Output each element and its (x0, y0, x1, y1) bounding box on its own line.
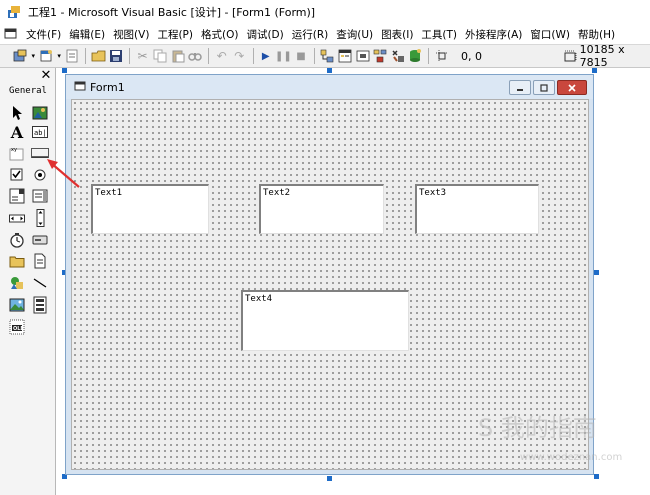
timer-tool-icon[interactable] (8, 231, 26, 249)
form-icon (74, 80, 86, 95)
svg-text:xy: xy (11, 147, 17, 153)
toolbar-separator (208, 48, 210, 64)
toolbar-separator (85, 48, 87, 64)
resize-handle[interactable] (594, 474, 599, 479)
menu-diagram[interactable]: 图表(I) (377, 27, 417, 42)
form-title: Form1 (90, 80, 125, 94)
hscrollbar-tool-icon[interactable] (8, 209, 26, 227)
data-view-icon[interactable] (407, 47, 424, 65)
textbox-text3[interactable]: Text3 (415, 184, 539, 234)
textbox-tool-icon[interactable]: ab| (31, 123, 49, 141)
textbox-text4[interactable]: Text4 (241, 290, 409, 351)
watermark-url: www.wodeznan.com (520, 452, 623, 463)
menu-debug[interactable]: 调试(D) (242, 27, 287, 42)
menu-run[interactable]: 运行(R) (288, 27, 333, 42)
toolbox-panel: ✕ General A ab| xy OLE (0, 68, 56, 495)
menu-edit[interactable]: 编辑(E) (65, 27, 109, 42)
position-readout: 0, 0 (460, 49, 482, 63)
menu-view[interactable]: 视图(V) (109, 27, 153, 42)
form-title-bar[interactable]: Form1 (66, 75, 593, 99)
save-project-icon[interactable] (108, 47, 125, 65)
start-icon[interactable]: ▶ (257, 47, 274, 65)
watermark-logo: S 我的指南 (478, 414, 597, 442)
minimize-button[interactable] (509, 80, 531, 95)
checkbox-tool-icon[interactable] (8, 166, 26, 184)
toolbox-tab-general[interactable]: General (6, 84, 50, 98)
ole-tool-icon[interactable]: OLE (8, 318, 26, 336)
undo-icon[interactable]: ↶ (213, 47, 230, 65)
menu-bar: 文件(F) 编辑(E) 视图(V) 工程(P) 格式(O) 调试(D) 运行(R… (0, 24, 650, 44)
commandbutton-tool-icon[interactable] (31, 144, 49, 162)
combobox-tool-icon[interactable] (8, 187, 26, 205)
position-icon (433, 47, 450, 65)
break-icon[interactable]: ❚❚ (275, 47, 292, 65)
form-layout-icon[interactable] (354, 47, 371, 65)
standard-toolbar: ▾ ▾ ✂ ↶ ↷ ▶ ❚❚ ■ 0, 0 10185 x 7815 (0, 43, 650, 69)
data-tool-icon[interactable] (31, 296, 49, 314)
size-readout: 10185 x 7815 (579, 43, 625, 69)
optionbutton-tool-icon[interactable] (31, 166, 49, 184)
menu-file[interactable]: 文件(F) (22, 27, 65, 42)
close-icon[interactable]: ✕ (38, 68, 54, 83)
drivelistbox-tool-icon[interactable] (31, 231, 49, 249)
resize-handle[interactable] (62, 68, 67, 73)
properties-window-icon[interactable] (337, 47, 354, 65)
resize-handle[interactable] (327, 476, 332, 481)
copy-icon[interactable] (152, 47, 169, 65)
image-tool-icon[interactable] (8, 296, 26, 314)
window-controls (507, 80, 587, 95)
shape-tool-icon[interactable] (8, 274, 26, 292)
menu-window[interactable]: 窗口(W) (526, 27, 574, 42)
menu-help[interactable]: 帮助(H) (574, 27, 619, 42)
paste-icon[interactable] (169, 47, 186, 65)
dropdown-arrow-icon[interactable]: ▾ (30, 47, 37, 65)
vscrollbar-tool-icon[interactable] (31, 209, 49, 227)
menu-tools[interactable]: 工具(T) (417, 27, 461, 42)
add-project-icon[interactable] (12, 47, 29, 65)
menu-addins[interactable]: 外接程序(A) (461, 27, 526, 42)
svg-text:ab|: ab| (34, 129, 47, 137)
toolbar-separator (314, 48, 316, 64)
object-browser-icon[interactable] (372, 47, 389, 65)
vb-app-icon (6, 4, 22, 20)
toolbar-separator (252, 48, 254, 64)
toolbox-icon[interactable] (389, 47, 406, 65)
menu-format[interactable]: 格式(O) (197, 27, 242, 42)
cut-icon[interactable]: ✂ (134, 47, 151, 65)
picturebox-tool-icon[interactable] (31, 104, 49, 122)
textbox-text1[interactable]: Text1 (91, 184, 209, 234)
textbox-text2[interactable]: Text2 (259, 184, 384, 234)
frame-tool-icon[interactable]: xy (8, 144, 26, 162)
menu-project[interactable]: 工程(P) (153, 27, 197, 42)
maximize-button[interactable] (533, 80, 555, 95)
resize-handle[interactable] (592, 68, 597, 73)
dropdown-arrow-icon[interactable]: ▾ (55, 47, 62, 65)
project-explorer-icon[interactable] (319, 47, 336, 65)
size-icon (562, 47, 579, 65)
toolbar-separator (428, 48, 430, 64)
title-bar: 工程1 - Microsoft Visual Basic [设计] - [For… (0, 0, 650, 24)
filelistbox-tool-icon[interactable] (31, 252, 49, 270)
close-button[interactable] (557, 80, 587, 95)
redo-icon[interactable]: ↷ (231, 47, 248, 65)
open-project-icon[interactable] (90, 47, 107, 65)
end-icon[interactable]: ■ (293, 47, 310, 65)
toolbar-separator (129, 48, 131, 64)
window-title: 工程1 - Microsoft Visual Basic [设计] - [For… (28, 6, 316, 19)
find-icon[interactable] (187, 47, 204, 65)
listbox-tool-icon[interactable] (31, 187, 49, 205)
form-icon[interactable] (4, 27, 18, 41)
resize-handle[interactable] (327, 68, 332, 73)
resize-handle[interactable] (594, 270, 599, 275)
label-tool-icon[interactable]: A (8, 123, 26, 142)
dirlistbox-tool-icon[interactable] (8, 252, 26, 270)
pointer-tool-icon[interactable] (8, 104, 26, 122)
menu-query[interactable]: 查询(U) (332, 27, 377, 42)
menu-editor-icon[interactable] (64, 47, 81, 65)
line-tool-icon[interactable] (31, 274, 49, 292)
svg-text:OLE: OLE (13, 326, 24, 332)
add-form-icon[interactable] (38, 47, 55, 65)
